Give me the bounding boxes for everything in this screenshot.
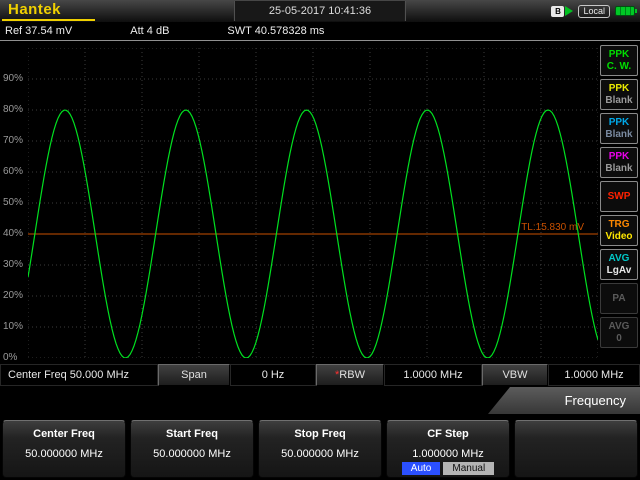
status-1-0000-mhz: 1.0000 MHz: [548, 364, 640, 386]
measurement-bar: Ref 37.54 mV Att 4 dB SWT 40.578328 ms: [0, 22, 640, 41]
softkey-line1: PPK: [609, 117, 630, 129]
softkey-ppk-blank-yellow[interactable]: PPKBlank: [600, 79, 638, 110]
softkey-line2: Blank: [605, 129, 632, 141]
datetime-display: 25-05-2017 10:41:36: [234, 1, 406, 21]
softkey-ppk-blank-magenta[interactable]: PPKBlank: [600, 147, 638, 178]
rbw-auto-marker: *: [335, 369, 339, 381]
status-bar: Center Freq 50.000 MHzSpan0 Hz*RBW1.0000…: [0, 364, 640, 386]
waveform-display: TL:15.830 mV PPKC. W.PPKBlankPPKBlankPPK…: [0, 42, 640, 364]
menu-button-value: 1.000000 MHz: [387, 448, 509, 460]
status-0-hz: 0 Hz: [230, 364, 316, 386]
status-vbw[interactable]: VBW: [482, 364, 548, 386]
softkey-line1: PPK: [609, 151, 630, 163]
status-span[interactable]: Span: [158, 364, 230, 386]
menu-button-label: Center Freq: [3, 428, 125, 440]
menu-button-center-freq[interactable]: Center Freq 50.000000 MHz: [2, 420, 126, 478]
status-icons: B Local: [551, 5, 640, 18]
y-axis-tick: 50%: [3, 197, 27, 208]
attenuation: Att 4 dB: [130, 25, 169, 37]
trigger-level-label: TL:15.830 mV: [521, 222, 584, 233]
cf-step-mode-toggle: AutoManual: [387, 462, 509, 475]
menu-button-label: CF Step: [387, 428, 509, 440]
top-bar: Hantek 25-05-2017 10:41:36 B Local: [0, 0, 640, 22]
softkey-line1: PPK: [609, 83, 630, 95]
softkey-line2: C. W.: [607, 61, 631, 73]
softkey-line1: AVG: [609, 321, 630, 333]
menu-button-stop-freq[interactable]: Stop Freq 50.000000 MHz: [258, 420, 382, 478]
y-axis-tick: 0%: [3, 352, 27, 363]
menu-row: Center Freq 50.000000 MHz Start Freq 50.000…: [0, 416, 640, 480]
y-axis-tick: 60%: [3, 166, 27, 177]
status-rbw[interactable]: *RBW: [316, 364, 384, 386]
spectrum-analyzer-screen: Hantek 25-05-2017 10:41:36 B Local Ref 3…: [0, 0, 640, 480]
softkey-avg-0[interactable]: AVG0: [600, 317, 638, 348]
battery-icon: [615, 6, 635, 16]
menu-button-label: Start Freq: [131, 428, 253, 440]
usb-b-label: B: [551, 6, 564, 17]
softkey-swp[interactable]: SWP: [600, 181, 638, 212]
menu-button-value: 50.000000 MHz: [3, 448, 125, 460]
toggle-option-auto[interactable]: Auto: [402, 462, 441, 475]
softkey-line2: Blank: [605, 95, 632, 107]
softkey-line1: AVG: [609, 253, 630, 265]
softkey-line2: LgAv: [607, 265, 632, 277]
softkey-line1: PA: [612, 293, 625, 305]
menu-button-blank: [514, 420, 638, 478]
softkey-column: PPKC. W.PPKBlankPPKBlankPPKBlankSWPTRGVi…: [600, 45, 638, 348]
softkey-line2: 0: [616, 333, 622, 345]
y-axis-tick: 30%: [3, 259, 27, 270]
usb-arrow-icon: [565, 6, 573, 16]
menu-button-start-freq[interactable]: Start Freq 50.000000 MHz: [130, 420, 254, 478]
sweep-time: SWT 40.578328 ms: [227, 25, 324, 37]
softkey-trg-video[interactable]: TRGVideo: [600, 215, 638, 246]
local-badge[interactable]: Local: [578, 5, 610, 18]
y-axis-tick: 40%: [3, 228, 27, 239]
menu-button-value: 50.000000 MHz: [131, 448, 253, 460]
status-center-freq-50-000-mhz: Center Freq 50.000 MHz: [0, 364, 158, 386]
ref-level: Ref 37.54 mV: [5, 25, 72, 37]
softkey-ppk-blank-blue[interactable]: PPKBlank: [600, 113, 638, 144]
brand-logo: Hantek: [2, 1, 95, 21]
y-axis-tick: 70%: [3, 135, 27, 146]
softkey-line1: TRG: [608, 219, 629, 231]
softkey-line1: PPK: [609, 49, 630, 61]
softkey-ppk-cw[interactable]: PPKC. W.: [600, 45, 638, 76]
y-axis-tick: 80%: [3, 104, 27, 115]
y-axis-tick: 90%: [3, 73, 27, 84]
tab-row: Frequency: [0, 386, 640, 416]
waveform-plot: TL:15.830 mV: [28, 48, 598, 358]
tab-frequency[interactable]: Frequency: [488, 387, 640, 414]
softkey-line1: SWP: [608, 191, 631, 203]
softkey-pa[interactable]: PA: [600, 283, 638, 314]
menu-button-cf-step[interactable]: CF Step 1.000000 MHz AutoManual: [386, 420, 510, 478]
menu-button-label: Stop Freq: [259, 428, 381, 440]
softkey-line2: Blank: [605, 163, 632, 175]
menu-button-value: 50.000000 MHz: [259, 448, 381, 460]
softkey-line2: Video: [605, 231, 632, 243]
toggle-option-manual[interactable]: Manual: [443, 462, 494, 475]
y-axis-tick: 10%: [3, 321, 27, 332]
usb-device-icon: B: [551, 6, 573, 17]
y-axis-tick: 20%: [3, 290, 27, 301]
status-1-0000-mhz: 1.0000 MHz: [384, 364, 482, 386]
softkey-avg-lgav[interactable]: AVGLgAv: [600, 249, 638, 280]
